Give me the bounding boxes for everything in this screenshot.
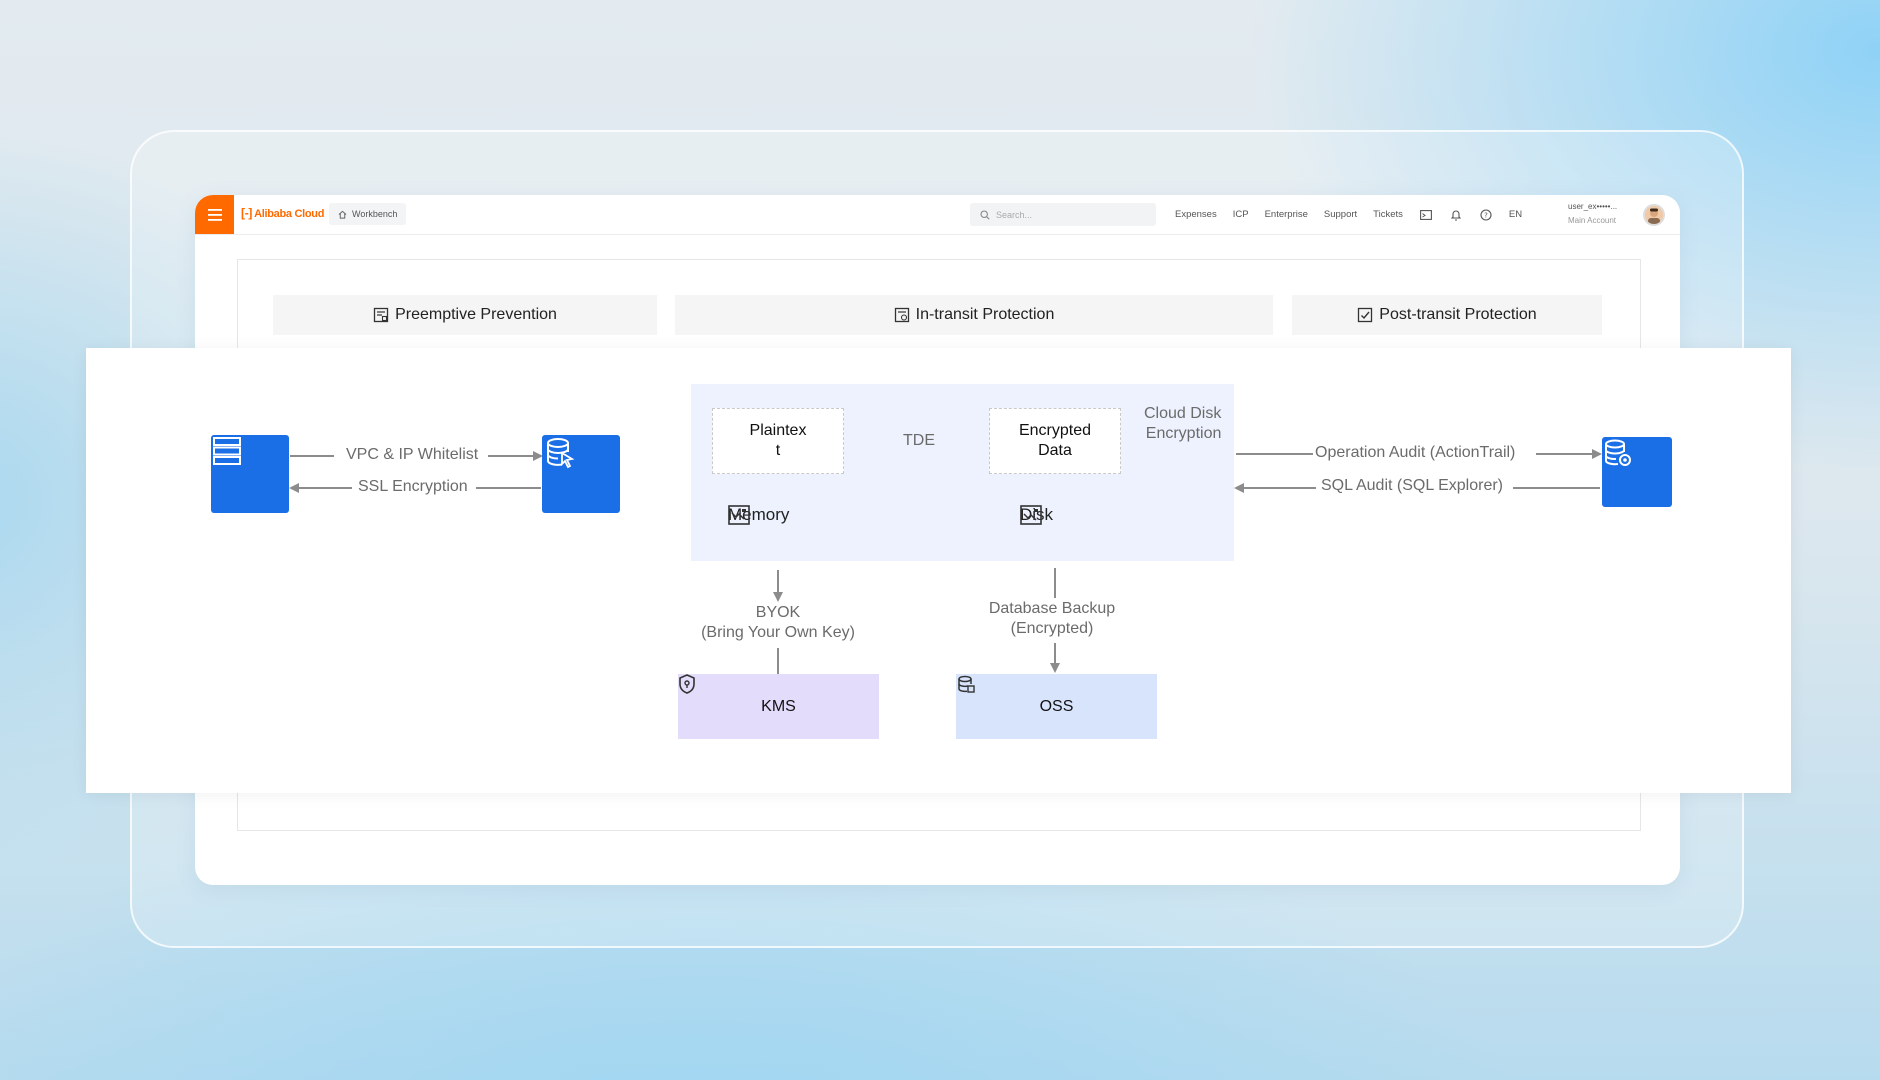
check-box-icon <box>1358 307 1373 323</box>
checklist-icon <box>373 307 389 323</box>
disk-label: Disk <box>1020 505 1054 525</box>
kms-label: KMS <box>761 697 796 715</box>
search-icon <box>980 209 990 220</box>
kms-box: KMS <box>678 674 879 739</box>
account-type: Main Account <box>1568 216 1617 225</box>
language-switch[interactable]: EN <box>1509 209 1522 220</box>
account-name: user_ex•••••... <box>1568 202 1618 211</box>
database-backup-label: Database Backup (Encrypted) <box>988 600 1116 637</box>
brand-name: Alibaba Cloud <box>254 208 325 220</box>
sql-audit-label: SQL Audit (SQL Explorer) <box>1321 477 1503 494</box>
workbench-label: Workbench <box>352 209 398 219</box>
tde-label: TDE <box>903 432 935 449</box>
security-diagram-panel: VPC & IP Whitelist SSL Encryption Plaint… <box>86 348 1791 793</box>
alibaba-cloud-mark-icon: [-] <box>241 206 253 220</box>
avatar[interactable] <box>1643 204 1665 226</box>
workbench-button[interactable]: Workbench <box>329 203 407 225</box>
disk-icon <box>1020 505 1042 525</box>
bell-icon[interactable] <box>1449 208 1463 222</box>
tab-label: In-transit Protection <box>915 306 1055 323</box>
tab-preemptive-prevention[interactable]: Preemptive Prevention <box>273 295 657 335</box>
transit-icon <box>894 307 909 323</box>
operation-audit-label: Operation Audit (ActionTrail) <box>1315 444 1516 461</box>
search-placeholder: Search... <box>996 209 1033 220</box>
client-server-icon <box>211 435 289 513</box>
home-icon <box>338 210 347 219</box>
oss-box: OSS <box>956 674 1157 739</box>
tab-label: Post-transit Protection <box>1379 306 1537 323</box>
byok-label: BYOK (Bring Your Own Key) <box>701 604 855 641</box>
shield-icon <box>679 674 695 694</box>
nav-tickets[interactable]: Tickets <box>1373 209 1403 220</box>
plaintext-box: Plaintex t <box>712 408 844 474</box>
message-icon[interactable] <box>1419 208 1433 222</box>
oss-label: OSS <box>1039 697 1074 715</box>
cloud-disk-encryption-label: Cloud Disk Encryption <box>1144 405 1222 442</box>
search-input[interactable]: Search... <box>970 203 1156 226</box>
account-info[interactable]: user_ex•••••... Main Account <box>1568 200 1617 228</box>
nav-icp[interactable]: ICP <box>1233 209 1249 220</box>
top-bar: [-] Alibaba Cloud Workbench Search... Exp… <box>195 195 1680 235</box>
vpc-whitelist-label: VPC & IP Whitelist <box>346 446 479 463</box>
encrypted-data-box: Encrypted Data <box>989 408 1121 474</box>
menu-button[interactable] <box>195 195 234 234</box>
tab-label: Preemptive Prevention <box>395 306 557 323</box>
nav-expenses[interactable]: Expenses <box>1175 209 1217 220</box>
database-icon <box>542 435 620 513</box>
audit-database-icon <box>1602 437 1672 507</box>
nav-enterprise[interactable]: Enterprise <box>1265 209 1308 220</box>
hamburger-icon <box>207 208 222 221</box>
memory-icon <box>728 505 750 525</box>
brand-logo[interactable]: [-] Alibaba Cloud <box>241 206 324 220</box>
nav-support[interactable]: Support <box>1324 209 1357 220</box>
top-nav: Expenses ICP Enterprise Support Tickets … <box>1175 195 1522 234</box>
memory-label: Memory <box>728 505 790 525</box>
storage-bucket-icon <box>958 675 975 693</box>
help-icon[interactable]: ? <box>1479 208 1493 222</box>
ssl-encryption-label: SSL Encryption <box>358 478 468 495</box>
tab-post-transit-protection[interactable]: Post-transit Protection <box>1292 295 1602 335</box>
svg-text:?: ? <box>1484 211 1488 219</box>
tab-in-transit-protection[interactable]: In-transit Protection <box>675 295 1273 335</box>
